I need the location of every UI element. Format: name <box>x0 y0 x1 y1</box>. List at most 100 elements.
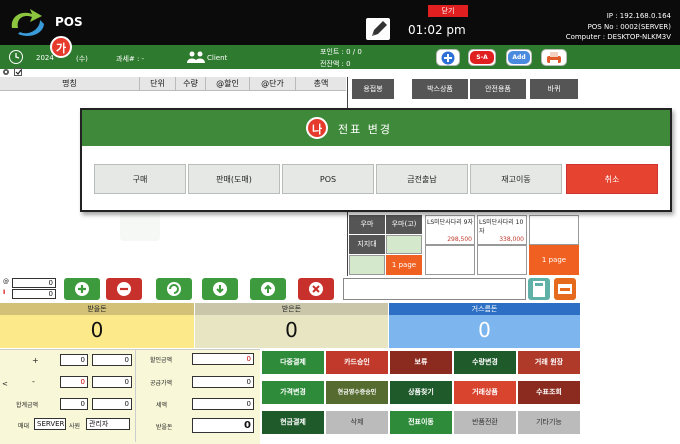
wholesale-button[interactable]: 판매(도매) <box>188 164 280 194</box>
product-empty <box>529 215 579 245</box>
ledger-button[interactable]: 거래 원장 <box>518 351 580 374</box>
move-slip-button[interactable]: 전표이동 <box>390 411 452 434</box>
tax-info: 과세# : - <box>116 55 145 63</box>
move-down-button[interactable] <box>202 278 238 300</box>
product-page-button[interactable]: 1 page <box>529 245 579 275</box>
total-label: 합계금액 <box>16 402 39 409</box>
printer-button[interactable] <box>541 49 567 66</box>
date-weekday: (수) <box>76 55 88 63</box>
plus-field-1[interactable]: 0 <box>60 354 88 366</box>
gear-icon[interactable] <box>2 68 10 76</box>
pos-number: POS No : 0002(SERVER) <box>587 22 671 31</box>
receivable-panel: 받을돈 0 <box>0 303 194 348</box>
stock-transfer-button[interactable]: 재고이동 <box>470 164 562 194</box>
collapse-icon[interactable]: < <box>2 380 8 388</box>
category-safety[interactable]: 안전용품 <box>470 79 526 99</box>
category-wheel[interactable]: 바퀴 <box>530 79 578 99</box>
refresh-button[interactable] <box>156 278 192 300</box>
annotation-badge-a: 가 <box>50 36 72 58</box>
staff-field[interactable]: 관리자 <box>86 418 130 430</box>
cursor-icon: I <box>3 289 6 296</box>
discount-field[interactable]: 0 <box>192 353 254 365</box>
dialog-title: 전표 변경 <box>338 123 392 136</box>
clock: 01:02 pm <box>408 23 466 37</box>
total-field-2[interactable]: 0 <box>92 398 132 410</box>
vat-field[interactable]: 0 <box>192 398 254 410</box>
category-uma[interactable]: 우마 <box>349 215 385 234</box>
return-switch-button[interactable]: 반품전환 <box>454 411 516 434</box>
cash-receipt-button[interactable]: 현금영수증승인 <box>326 381 388 404</box>
add-row-button[interactable] <box>64 278 100 300</box>
other-functions-button[interactable]: 기타기능 <box>518 411 580 434</box>
hold-button[interactable]: 보류 <box>390 351 452 374</box>
card-approval-button[interactable]: 카드승인 <box>326 351 388 374</box>
cancel-button[interactable]: 취소 <box>566 164 658 194</box>
edit-icon[interactable] <box>366 18 390 40</box>
category-support[interactable]: 지지대 <box>349 235 385 254</box>
find-product-button[interactable]: 상품찾기 <box>390 381 452 404</box>
change-value: 0 <box>478 318 491 342</box>
store-field[interactable]: SERVER <box>34 418 66 430</box>
pos-button[interactable]: POS <box>282 164 374 194</box>
checkbox-icon[interactable] <box>14 68 22 76</box>
col-name: 명칭 <box>0 77 140 90</box>
system-info: IP : 192.168.0.164 POS No : 0002(SERVER)… <box>475 11 671 43</box>
barcode-input[interactable] <box>343 278 526 300</box>
calculator-icon[interactable] <box>528 278 550 300</box>
received-label: 받은돈 <box>195 303 388 315</box>
clock-icon <box>9 50 23 64</box>
total-field-1[interactable]: 0 <box>60 398 88 410</box>
category-welding[interactable]: 용접봉 <box>352 79 394 99</box>
right-blank <box>580 303 680 348</box>
multi-payment-button[interactable]: 다중결제 <box>262 351 324 374</box>
move-up-button[interactable] <box>250 278 286 300</box>
category-page-button[interactable]: 1 page <box>386 255 422 275</box>
sa-button[interactable]: S-A <box>468 49 496 66</box>
empty-slot <box>386 235 422 254</box>
delete-item-button[interactable]: 삭제 <box>326 411 388 434</box>
category-uma-high[interactable]: 우마(고) <box>386 215 422 234</box>
received-value: 0 <box>285 318 298 342</box>
plus-field-2[interactable]: 0 <box>92 354 132 366</box>
check-inquiry-button[interactable]: 수표조회 <box>518 381 580 404</box>
plus-circle-button[interactable] <box>436 49 460 66</box>
qty-input-2[interactable]: 0 <box>12 289 56 299</box>
delete-button[interactable] <box>298 278 334 300</box>
slip-change-dialog: 나 전표 변경 구매 판매(도매) POS 금전출납 재고이동 취소 <box>80 108 672 212</box>
add-button[interactable]: Add <box>506 49 532 66</box>
points: 포인트 : 0 / 0 <box>320 48 362 56</box>
supply-field[interactable]: 0 <box>192 376 254 388</box>
qty-editor: @ I 0 0 <box>3 278 56 300</box>
change-panel: 거스름돈 0 <box>389 303 580 348</box>
item-grid-header: 명칭 단위 수량 @할인 @단가 총액 <box>0 77 346 91</box>
change-qty-button[interactable]: 수량변경 <box>454 351 516 374</box>
plus-label: + <box>32 356 39 365</box>
category-box[interactable]: 박스상품 <box>412 79 468 99</box>
product-price: 338,000 <box>499 236 524 243</box>
product-ladder-10[interactable]: LS미단사다리 10자 338,000 <box>477 215 527 245</box>
close-button[interactable]: 닫기 <box>428 5 468 17</box>
add-label: Add <box>508 51 530 64</box>
qty-input-1[interactable]: 0 <box>12 278 56 288</box>
col-discount: @할인 <box>206 77 250 90</box>
product-ladder-9[interactable]: LS미단사다리 9자 298,500 <box>425 215 475 245</box>
trade-item-button[interactable]: 거래상품 <box>454 381 516 404</box>
col-unit: 단위 <box>140 77 176 90</box>
col-total: 총액 <box>313 79 329 88</box>
purchase-button[interactable]: 구매 <box>94 164 186 194</box>
product-empty <box>477 245 527 275</box>
minus-field-2[interactable]: 0 <box>92 376 132 388</box>
product-name: LS미단사다리 10자 <box>479 219 524 235</box>
product-empty <box>425 245 475 275</box>
cash-drawer-icon[interactable] <box>554 278 576 300</box>
minus-field-1[interactable]: 0 <box>60 376 88 388</box>
cash-inout-button[interactable]: 금전출납 <box>376 164 468 194</box>
remove-row-button[interactable] <box>106 278 142 300</box>
due-field[interactable]: 0 <box>192 418 254 433</box>
store-label: 매대 <box>18 423 30 430</box>
change-price-button[interactable]: 가격변경 <box>262 381 324 404</box>
client-label: Client <box>207 54 228 62</box>
receivable-value: 0 <box>90 318 104 342</box>
empty-slot <box>349 255 385 275</box>
cash-payment-button[interactable]: 현금결제 <box>262 411 324 434</box>
